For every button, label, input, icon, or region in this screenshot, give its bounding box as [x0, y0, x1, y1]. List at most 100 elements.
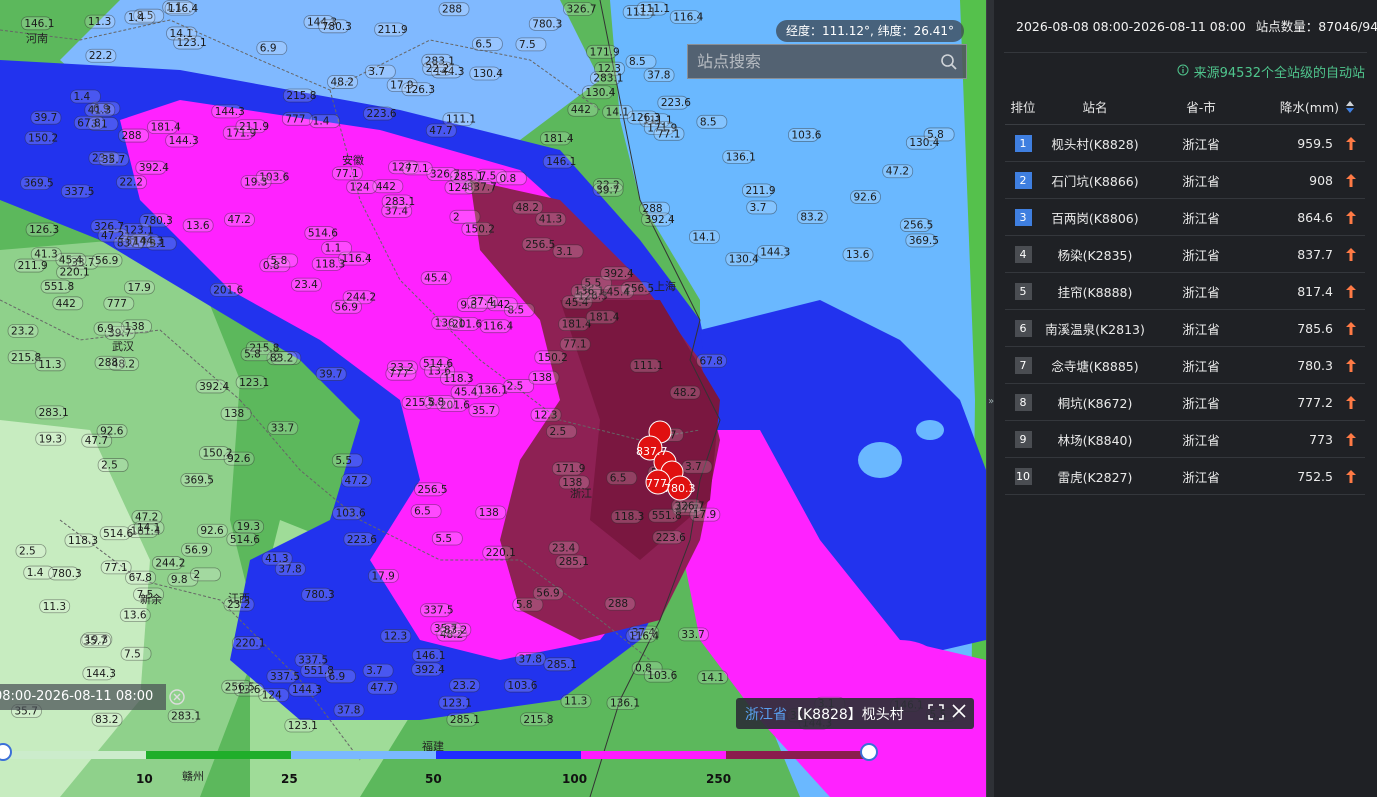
station-value[interactable]: 14.1 [688, 229, 720, 244]
rainfall-map[interactable]: 35.722.213.619.345.437.88.57.5111.1150.2… [0, 0, 986, 797]
station-value[interactable]: 6.5 [471, 37, 503, 51]
station-value[interactable]: 201.6 [209, 282, 244, 297]
station-value[interactable]: 369.5 [20, 176, 54, 191]
station-value[interactable]: 6.5 [606, 471, 638, 485]
station-value[interactable]: 223.6 [652, 530, 686, 545]
station-value[interactable]: 780.3 [139, 213, 173, 228]
station-value[interactable]: 2.5 [15, 544, 47, 558]
sort-icon[interactable] [1345, 100, 1355, 117]
station-value[interactable]: 67.8 [73, 115, 105, 130]
station-value[interactable]: 181.4 [585, 310, 620, 325]
station-value[interactable]: 215.8 [519, 712, 553, 727]
station-value[interactable]: 83.2 [91, 712, 123, 727]
station-value[interactable]: 23.2 [387, 360, 418, 375]
station-value[interactable]: 1.1 [321, 241, 353, 256]
station-value[interactable]: 777 [281, 111, 313, 126]
station-value[interactable]: 13.6 [182, 218, 214, 233]
station-value[interactable]: 56.9 [181, 542, 212, 557]
station-value[interactable]: 14.1 [166, 26, 197, 41]
station-value[interactable]: 777 [103, 296, 135, 311]
station-value[interactable]: 8.5 [696, 114, 728, 129]
table-row[interactable]: 1 枧头村(K8828) 浙江省 959.5 [1005, 125, 1365, 162]
station-value[interactable]: 392.4 [600, 266, 634, 281]
station-value[interactable]: 136.1 [606, 696, 640, 710]
station-value[interactable]: 23.4 [291, 277, 322, 292]
station-value[interactable]: 47.7 [81, 433, 113, 448]
station-value[interactable]: 144.3 [165, 133, 199, 148]
popup-province[interactable]: 浙江省 [745, 704, 787, 724]
station-value[interactable]: 283.1 [590, 71, 623, 85]
station-value[interactable]: 2.5 [97, 458, 129, 472]
station-value[interactable]: 77.1 [401, 161, 433, 176]
station-value[interactable]: 220.1 [56, 265, 90, 280]
station-value[interactable]: 37.8 [333, 703, 365, 718]
station-value[interactable]: 5.8 [512, 597, 544, 612]
station-value[interactable]: 3.1 [552, 244, 584, 259]
station-value[interactable]: 37.4 [467, 294, 498, 309]
station-value[interactable]: 14.1 [697, 670, 729, 685]
station-value[interactable]: 8.5 [625, 54, 657, 69]
station-value[interactable]: 111.1 [636, 1, 670, 16]
station-value[interactable]: 220.1 [482, 545, 516, 560]
station-value[interactable]: 77.1 [653, 126, 685, 141]
station-value[interactable]: 144.3 [82, 666, 116, 681]
table-row[interactable]: 5 挂帘(K8888) 浙江省 817.4 [1005, 273, 1365, 310]
station-value[interactable]: 551.8 [300, 663, 334, 678]
station-value[interactable]: 92.6 [850, 190, 881, 204]
station-value[interactable]: 392.4 [411, 662, 445, 677]
station-value[interactable]: 288 [438, 2, 470, 17]
station-value[interactable]: 256.5 [221, 679, 255, 694]
station-value[interactable]: 181.4 [540, 131, 574, 146]
station-name[interactable]: 桐坑(K8672) [1041, 393, 1149, 412]
station-value[interactable]: 35.7 [98, 152, 130, 167]
station-value[interactable]: 118.3 [440, 371, 474, 386]
station-value[interactable]: 6.5 [410, 504, 442, 519]
station-value[interactable]: 33.7 [267, 421, 299, 435]
station-value[interactable]: 514.6 [99, 526, 134, 541]
station-value[interactable]: 442 [52, 296, 84, 311]
station-name[interactable]: 杨染(K2835) [1041, 245, 1149, 264]
station-value[interactable]: 13.6 [119, 608, 151, 622]
station-value[interactable]: 211.9 [374, 22, 408, 37]
station-value[interactable]: 392.4 [135, 160, 169, 175]
station-value[interactable]: 442 [567, 102, 599, 117]
station-value[interactable]: 22.2 [116, 175, 147, 190]
station-value[interactable]: 47.2 [224, 212, 255, 227]
station-value[interactable]: 1.4 [309, 114, 341, 129]
station-value[interactable]: 144.3 [211, 104, 245, 119]
station-value[interactable]: 37.8 [515, 651, 546, 666]
header-value[interactable]: 降水(mm) [1253, 97, 1365, 117]
station-value[interactable]: 67.8 [696, 353, 727, 368]
station-value[interactable]: 211.9 [235, 119, 269, 134]
table-row[interactable]: 10 雷虎(K2827) 浙江省 752.5 [1005, 458, 1365, 495]
panel-divider[interactable]: » [986, 0, 994, 797]
station-value[interactable]: 144.3 [288, 682, 322, 697]
station-value[interactable]: 138 [528, 370, 560, 385]
station-value[interactable]: 124 [346, 180, 378, 194]
station-value[interactable]: 41.3 [84, 103, 116, 117]
close-icon[interactable] [952, 703, 966, 724]
station-value[interactable]: 201.6 [448, 316, 482, 331]
table-row[interactable]: 3 百两岗(K8806) 浙江省 864.6 [1005, 199, 1365, 236]
station-value[interactable]: 215.8 [282, 88, 316, 103]
station-value[interactable]: 39.7 [315, 367, 347, 381]
station-value[interactable]: 17.9 [124, 280, 155, 295]
station-popup[interactable]: 浙江省 【K8828】枧头村 [736, 698, 974, 729]
station-value[interactable]: 118.3 [610, 509, 644, 524]
station-value[interactable]: 337.5 [266, 669, 300, 684]
station-value[interactable]: 780.3 [48, 566, 82, 581]
station-value[interactable]: 11.3 [84, 14, 116, 29]
station-value[interactable]: 5.8 [267, 253, 298, 268]
station-value[interactable]: 288 [604, 596, 636, 611]
station-value[interactable]: 780.3 [301, 587, 335, 602]
station-value[interactable]: 123.1 [235, 375, 269, 390]
station-value[interactable]: 150.2 [24, 131, 58, 145]
clear-time-icon[interactable] [168, 688, 186, 706]
station-value[interactable]: 0.8 [496, 171, 527, 186]
station-value[interactable]: 171.9 [551, 461, 585, 476]
station-value[interactable]: 256.5 [521, 237, 555, 252]
station-value[interactable]: 56.9 [532, 586, 564, 601]
station-value[interactable]: 285.1 [543, 657, 577, 672]
station-value[interactable]: 77.1 [100, 560, 132, 575]
station-value[interactable]: 442 [372, 179, 404, 194]
